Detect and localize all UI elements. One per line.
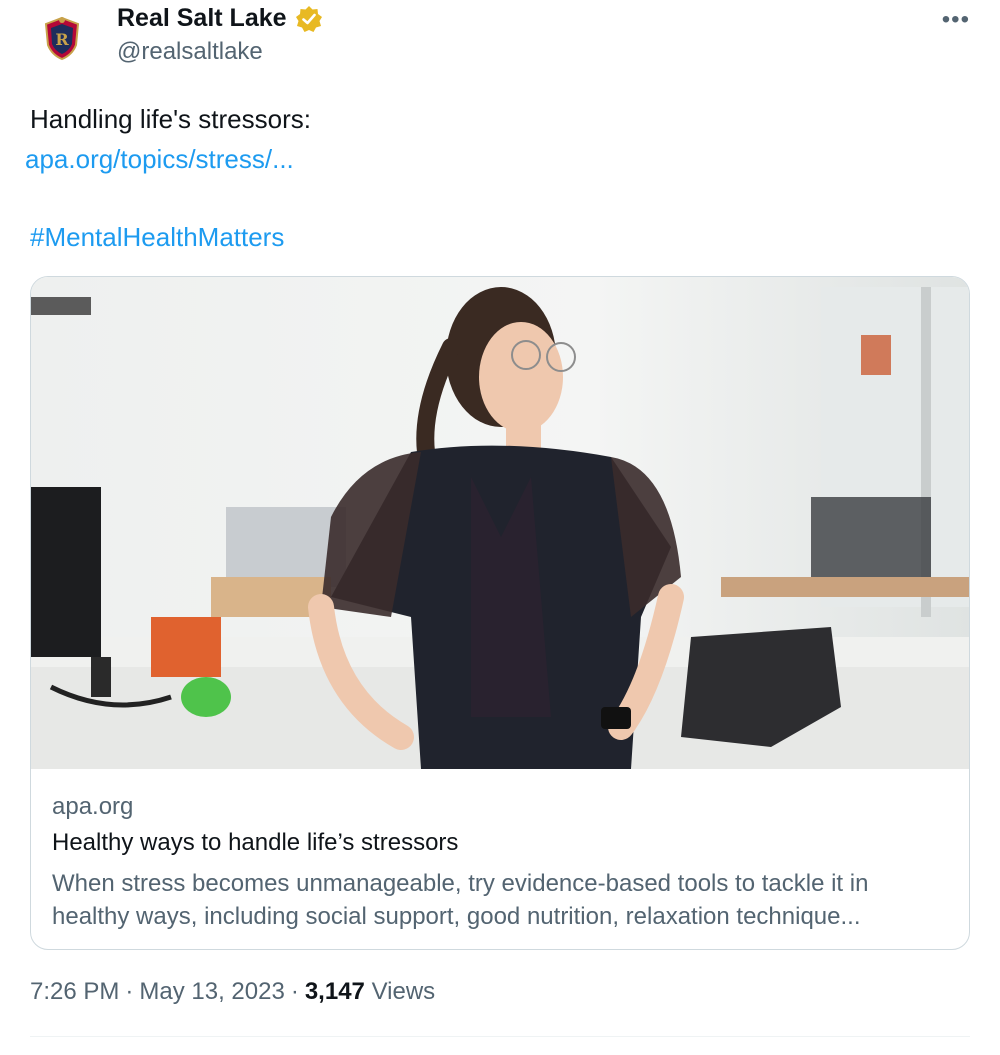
gold-verified-badge-icon — [295, 5, 322, 32]
tweet-link[interactable]: apa.org/topics/stress/... — [25, 144, 294, 175]
hashtag-link[interactable]: #MentalHealthMatters — [30, 222, 284, 253]
views-count: 3,147 — [304, 978, 365, 1005]
more-options-icon[interactable]: ••• — [942, 6, 970, 34]
link-preview-card[interactable]: apa.org Healthy ways to handle life’s st… — [30, 276, 970, 950]
account-name[interactable]: Real Salt Lake — [117, 4, 287, 33]
avatar[interactable]: R — [30, 6, 94, 70]
card-description-line: healthy ways, including social support, … — [52, 903, 861, 930]
account-handle[interactable]: @realsaltlake — [117, 38, 263, 66]
tweet-meta: 7:26 PM · May 13, 2023 · 3,147 Views — [30, 978, 435, 1006]
card-description: When stress becomes unmanageable, try ev… — [52, 867, 952, 933]
separator-dot: · — [125, 978, 134, 1005]
separator-dot: · — [290, 978, 299, 1005]
account-name-row[interactable]: Real Salt Lake — [117, 4, 323, 33]
card-title: Healthy ways to handle life’s stressors — [52, 829, 459, 856]
divider — [30, 1036, 970, 1037]
card-image[interactable] — [31, 277, 969, 769]
svg-text:R: R — [55, 30, 69, 49]
tweet-text: Handling life's stressors: — [30, 104, 311, 134]
card-description-line: When stress becomes unmanageable, try ev… — [52, 870, 869, 897]
views-label: Views — [371, 978, 436, 1005]
tweet-time[interactable]: 7:26 PM — [30, 978, 119, 1006]
tweet-date[interactable]: May 13, 2023 — [139, 978, 284, 1006]
card-domain: apa.org — [52, 793, 134, 820]
real-salt-lake-crest-icon: R — [44, 16, 80, 61]
